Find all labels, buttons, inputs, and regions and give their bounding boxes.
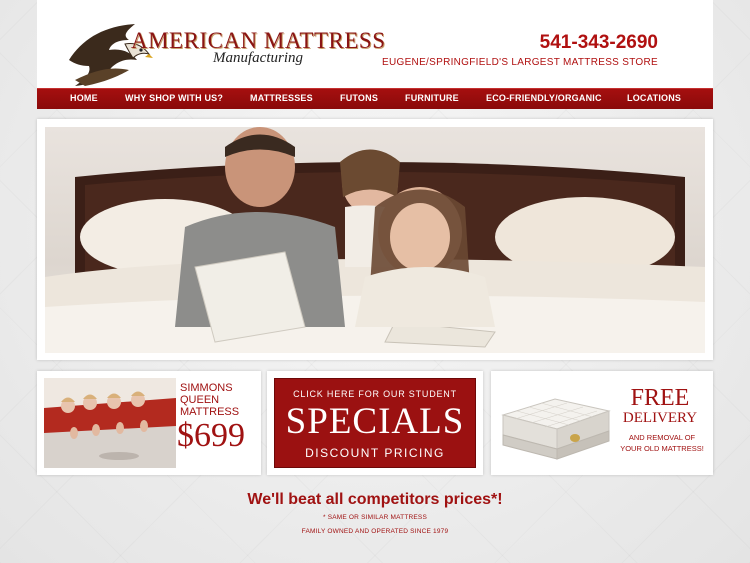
- price-match-note: * SAME OR SIMILAR MATTRESS: [322, 514, 428, 521]
- free-title-line1: FREE: [630, 385, 690, 411]
- free-delivery-title: FREE DELIVERY: [613, 385, 707, 427]
- logo[interactable]: AMERICAN MATTRESS Manufacturing: [61, 18, 385, 88]
- logo-subtitle: Manufacturing: [213, 50, 303, 66]
- tagline: EUGENE/SPRINGFIELD'S LARGEST MATTRESS ST…: [382, 57, 658, 68]
- specials-button[interactable]: CLICK HERE FOR OUR STUDENT SPECIALS DISC…: [274, 378, 476, 468]
- nav-item-futons[interactable]: FUTONS: [340, 93, 378, 103]
- main-nav: HOME WHY SHOP WITH US? MATTRESSES FUTONS…: [37, 88, 713, 109]
- kids-bed-image: [44, 378, 176, 468]
- nav-item-home[interactable]: HOME: [70, 93, 98, 103]
- nav-item-locations[interactable]: LOCATIONS: [627, 93, 681, 103]
- nav-item-eco-friendly[interactable]: ECO-FRIENDLY/ORGANIC: [486, 93, 602, 103]
- simmons-promo[interactable]: SIMMONS QUEEN MATTRESS $699: [37, 371, 261, 475]
- hero-image: [45, 127, 705, 353]
- family-bed-photo: [45, 127, 705, 353]
- family-owned-note: FAMILY OWNED AND OPERATED SINCE 1979: [301, 528, 449, 535]
- specials-main-text: SPECIALS: [285, 401, 465, 442]
- simmons-line1: SIMMONS: [180, 382, 233, 394]
- free-sub-line1: AND REMOVAL OF: [628, 433, 696, 442]
- simmons-label: SIMMONS QUEEN MATTRESS: [180, 382, 258, 418]
- site-header: AMERICAN MATTRESS Manufacturing 541-343-…: [37, 0, 713, 88]
- simmons-line2: QUEEN: [180, 394, 220, 406]
- simmons-price: $699: [177, 417, 245, 454]
- free-title-line2: DELIVERY: [622, 410, 698, 426]
- nav-item-furniture[interactable]: FURNITURE: [405, 93, 459, 103]
- mattress-image: [501, 398, 611, 460]
- student-specials-promo[interactable]: CLICK HERE FOR OUR STUDENT SPECIALS DISC…: [267, 371, 483, 475]
- specials-bottom-text: DISCOUNT PRICING: [305, 446, 445, 460]
- price-match-headline: We'll beat all competitors prices*!: [247, 491, 503, 508]
- phone-number[interactable]: 541-343-2690: [540, 32, 658, 54]
- specials-top-text: CLICK HERE FOR OUR STUDENT: [293, 389, 457, 399]
- free-delivery-subtitle: AND REMOVAL OF YOUR OLD MATTRESS!: [617, 432, 707, 454]
- free-delivery-promo[interactable]: FREE DELIVERY AND REMOVAL OF YOUR OLD MA…: [491, 371, 713, 475]
- free-sub-line2: YOUR OLD MATTRESS!: [620, 444, 704, 453]
- nav-item-why-shop[interactable]: WHY SHOP WITH US?: [125, 93, 223, 103]
- nav-item-mattresses[interactable]: MATTRESSES: [250, 93, 313, 103]
- hero-panel: [37, 119, 713, 360]
